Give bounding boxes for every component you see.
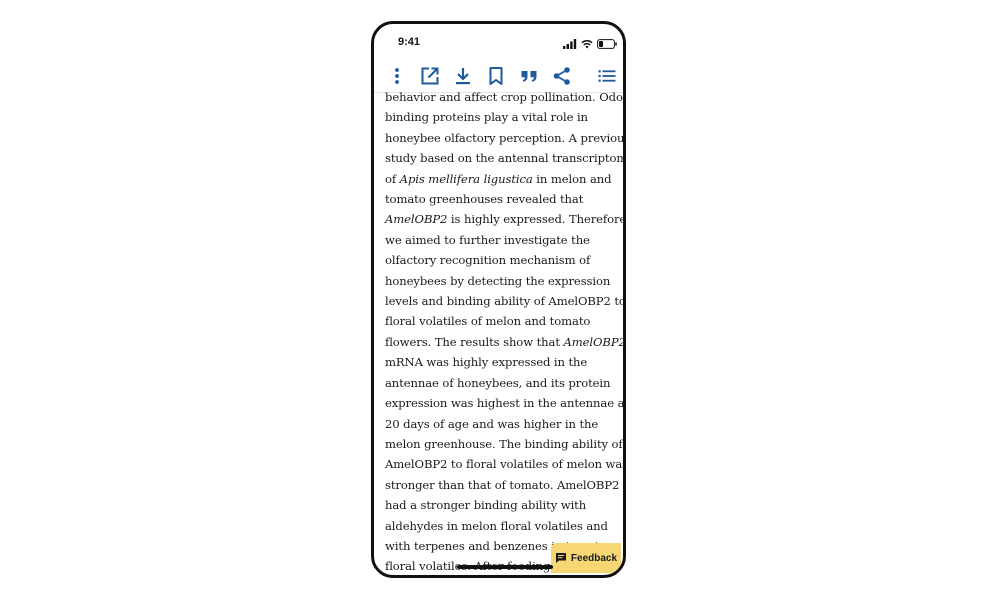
article-abstract: behavior and affect crop pollination. Od…: [385, 87, 626, 575]
feedback-button[interactable]: Feedback: [551, 543, 621, 573]
species-name: Apis mellifera ligustica: [399, 171, 533, 186]
table-of-contents-button[interactable]: [595, 64, 619, 88]
text-run: is highly expressed. Therefore,: [447, 212, 626, 227]
abstract-paragraph: behavior and affect crop pollination. Od…: [385, 87, 626, 575]
more-vertical-icon: [387, 66, 407, 86]
cite-button[interactable]: [517, 64, 541, 88]
quote-icon: [519, 66, 539, 86]
text-line: stronger than that of tomato. AmelOBP2: [385, 477, 620, 492]
status-time: 9:41: [398, 36, 421, 48]
download-button[interactable]: [451, 64, 475, 88]
text-line: AmelOBP2 is highly expressed. Therefore,: [385, 209, 623, 229]
text-line: 20 days of age and was higher in the: [385, 416, 599, 431]
share-button[interactable]: [550, 64, 574, 88]
gene-name: AmelOBP2: [563, 334, 626, 349]
signal-icon: [563, 39, 577, 49]
feedback-label: Feedback: [570, 552, 618, 564]
text-line: had a stronger binding ability with: [385, 498, 587, 513]
text-line: we aimed to further investigate the: [385, 232, 590, 247]
text-line: floral volatiles of melon and tomato: [385, 314, 591, 329]
text-line: aldehydes in melon floral volatiles and: [385, 518, 608, 533]
text-line: levels and binding ability of AmelOBP2 t…: [385, 294, 626, 309]
home-indicator: [457, 565, 553, 569]
text-line: AmelOBP2 to floral volatiles of melon wa…: [385, 457, 626, 472]
phone-frame: 9:41 behavior and affect crop pollinatio…: [371, 21, 626, 578]
text-line: behavior and affect crop pollination. Od…: [385, 90, 626, 104]
wifi-icon: [581, 39, 593, 49]
text-line: mRNA was highly expressed in the: [385, 355, 588, 370]
status-bar: 9:41: [374, 24, 623, 64]
share-icon: [552, 66, 572, 86]
more-options-button[interactable]: [385, 64, 409, 88]
list-icon: [597, 66, 617, 86]
text-line: olfactory recognition mechanism of: [385, 253, 591, 268]
status-icons: [563, 38, 617, 50]
open-external-icon: [420, 66, 440, 86]
bookmark-icon: [486, 66, 506, 86]
battery-icon: [597, 39, 617, 49]
text-line: flowers. The results show that AmelOBP2: [385, 332, 623, 352]
text-line: antennae of honeybees, and its protein: [385, 375, 611, 390]
chat-bubble-icon: [555, 552, 567, 564]
text-line: study based on the antennal transcriptom…: [385, 151, 626, 166]
text-line: binding proteins play a vital role in: [385, 110, 588, 125]
text-run: flowers. The results show that: [385, 334, 564, 349]
text-line: honeybees by detecting the expression: [385, 273, 611, 288]
gene-name: AmelOBP2: [385, 212, 448, 227]
text-run: of: [385, 171, 400, 186]
open-external-button[interactable]: [418, 64, 442, 88]
text-line: honeybee olfactory perception. A previou…: [385, 130, 626, 145]
text-line: tomato greenhouses revealed that: [385, 192, 584, 207]
bookmark-button[interactable]: [484, 64, 508, 88]
text-line: melon greenhouse. The binding ability of: [385, 436, 623, 451]
download-icon: [453, 66, 473, 86]
text-run: in melon and: [532, 171, 612, 186]
text-line: of Apis mellifera ligustica in melon and: [385, 169, 617, 189]
text-line: expression was highest in the antennae a…: [385, 396, 626, 411]
